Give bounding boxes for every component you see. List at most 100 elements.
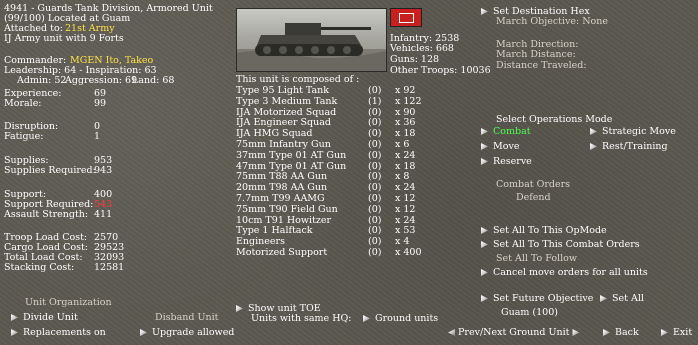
ops-combat-label: Combat: [493, 126, 531, 137]
composition-damaged-count: (0): [368, 139, 382, 150]
ops-rest-label: Rest/Training: [602, 141, 668, 152]
composition-row: 75mm T88 AA Gun (0) x 8: [236, 172, 436, 182]
composition-device-name: 20mm T98 AA Gun: [236, 182, 328, 194]
ops-move-button[interactable]: Move: [481, 142, 519, 152]
stat-label: Supplies Required:: [4, 165, 96, 176]
composition-device-count: x 24: [395, 149, 416, 161]
composition-row: 47mm Type 01 AT Gun (0) x 18: [236, 160, 436, 172]
arrow-right-icon: [481, 158, 488, 165]
stat-label: Stacking Cost:: [4, 262, 75, 273]
divide-unit-label: Divide Unit: [23, 312, 78, 323]
back-label: Back: [615, 327, 639, 338]
stat-value: 943: [94, 165, 113, 176]
set-all-follow-button[interactable]: Set All To Follow: [496, 254, 577, 264]
composition-damaged-count: (0): [368, 203, 382, 215]
composition-damaged-count: (0): [368, 160, 382, 172]
ops-rest-training-button[interactable]: Rest/Training: [590, 142, 668, 152]
arrow-left-icon: [448, 329, 455, 336]
arrow-right-icon: [481, 128, 488, 135]
disband-unit-button[interactable]: Disband Unit: [155, 313, 218, 323]
prev-next-unit-button[interactable]: Prev/Next Ground Unit: [448, 328, 584, 338]
arrow-right-icon: [11, 314, 18, 321]
composition-device-count: x 4: [395, 236, 410, 248]
set-all-future-button[interactable]: Set All: [600, 294, 644, 304]
tank-silhouette-icon: [237, 23, 386, 71]
composition-device-name: 75mm T88 AA Gun: [236, 171, 328, 183]
set-all-opmode-button[interactable]: Set All To This OpMode: [481, 226, 607, 236]
composition-damaged-count: (0): [368, 214, 382, 226]
set-future-objective-button[interactable]: Set Future Objective: [481, 294, 593, 304]
arrow-right-icon: [481, 241, 488, 248]
composition-device-name: Type 95 Light Tank: [236, 85, 330, 96]
replacements-label: Replacements on: [23, 327, 106, 338]
composition-device-count: x 36: [395, 117, 416, 129]
composition-device-name: Motorized Support: [236, 247, 328, 258]
tank-photo: [236, 8, 387, 72]
composition-row: 75mm T90 Field Gun (0) x 12: [236, 203, 436, 215]
composition-row: IJA Engineer Squad (0) x 36: [236, 118, 436, 128]
replacements-toggle[interactable]: Replacements on: [11, 328, 106, 338]
ground-units-button[interactable]: Ground units: [363, 314, 438, 324]
divide-unit-button[interactable]: Divide Unit: [11, 313, 78, 323]
cancel-move-label: Cancel move orders for all units: [493, 267, 648, 278]
march-objective: March Objective: None: [496, 16, 608, 27]
composition-damaged-count: (0): [368, 171, 382, 183]
composition-device-count: x 400: [395, 247, 422, 258]
exit-label: Exit: [673, 327, 693, 338]
composition-device-name: 7.7mm T99 AAMG: [236, 193, 325, 204]
arrow-right-icon: [140, 329, 147, 336]
ops-strategic-move-button[interactable]: Strategic Move: [590, 127, 676, 137]
stat-label: Fatigue:: [4, 131, 44, 142]
composition-device-name: 75mm T90 Field Gun: [236, 203, 338, 215]
composition-row: 7.7mm T99 AAMG (0) x 12: [236, 194, 436, 204]
composition-device-count: x 6: [395, 139, 410, 150]
aggression-rating: Aggression: 69: [65, 75, 138, 86]
arrow-right-icon: [481, 8, 488, 15]
composition-device-name: 75mm Infantry Gun: [236, 139, 331, 150]
ops-combat-button[interactable]: Combat: [481, 127, 531, 137]
arrow-right-icon: [363, 315, 370, 322]
set-all-opmode-label: Set All To This OpMode: [493, 225, 607, 236]
composition-device-name: Type 1 Halftack: [236, 225, 313, 237]
land-rating: Land: 68: [132, 75, 175, 86]
composition-row: IJA Motorized Squad (0) x 90: [236, 106, 436, 118]
arrow-right-icon: [481, 227, 488, 234]
composition-row: Type 3 Medium Tank (1) x 122: [236, 95, 436, 107]
composition-damaged-count: (0): [368, 85, 382, 96]
composition-device-name: Type 3 Medium Tank: [236, 95, 338, 107]
stat-label: Assault Strength:: [4, 209, 89, 220]
composition-damaged-count: (0): [368, 236, 382, 248]
back-button[interactable]: Back: [603, 328, 639, 338]
upgrade-label: Upgrade allowed: [152, 327, 235, 338]
ops-reserve-label: Reserve: [493, 156, 532, 167]
vehicles-count: Vehicles: 668: [390, 43, 454, 54]
distance-traveled: Distance Traveled:: [496, 60, 587, 71]
arrow-right-icon: [236, 305, 243, 312]
ops-reserve-button[interactable]: Reserve: [481, 157, 532, 167]
stat-value: 99: [94, 98, 107, 109]
arrow-right-icon: [590, 128, 597, 135]
upgrade-toggle[interactable]: Upgrade allowed: [140, 328, 234, 338]
guns-count: Guns: 128: [390, 54, 440, 65]
composition-damaged-count: (0): [368, 149, 382, 161]
composition-row: 75mm Infantry Gun (0) x 6: [236, 140, 436, 150]
composition-damaged-count: (0): [368, 182, 382, 194]
composition-device-count: x 18: [395, 160, 416, 172]
composition-damaged-count: (0): [368, 193, 382, 204]
units-same-hq-label: Units with same HQ:: [251, 313, 352, 324]
arrow-right-icon: [481, 295, 488, 302]
arrow-right-icon: [661, 329, 668, 336]
set-all-combat-orders-button[interactable]: Set All To This Combat Orders: [481, 240, 640, 250]
stat-value: 1: [94, 131, 101, 142]
admin-rating: Admin: 52: [17, 75, 67, 86]
composition-device-name: Engineers: [236, 236, 285, 248]
composition-damaged-count: (0): [368, 128, 382, 140]
composition-device-name: IJA Motorized Squad: [236, 106, 337, 118]
stat-label: Morale:: [4, 98, 42, 109]
set-all-combat-label: Set All To This Combat Orders: [493, 239, 640, 250]
composition-device-count: x 12: [395, 193, 416, 204]
ops-strategic-label: Strategic Move: [602, 126, 676, 137]
cancel-move-orders-button[interactable]: Cancel move orders for all units: [481, 268, 648, 278]
exit-button[interactable]: Exit: [661, 328, 692, 338]
prev-next-label: Prev/Next Ground Unit: [458, 327, 570, 338]
